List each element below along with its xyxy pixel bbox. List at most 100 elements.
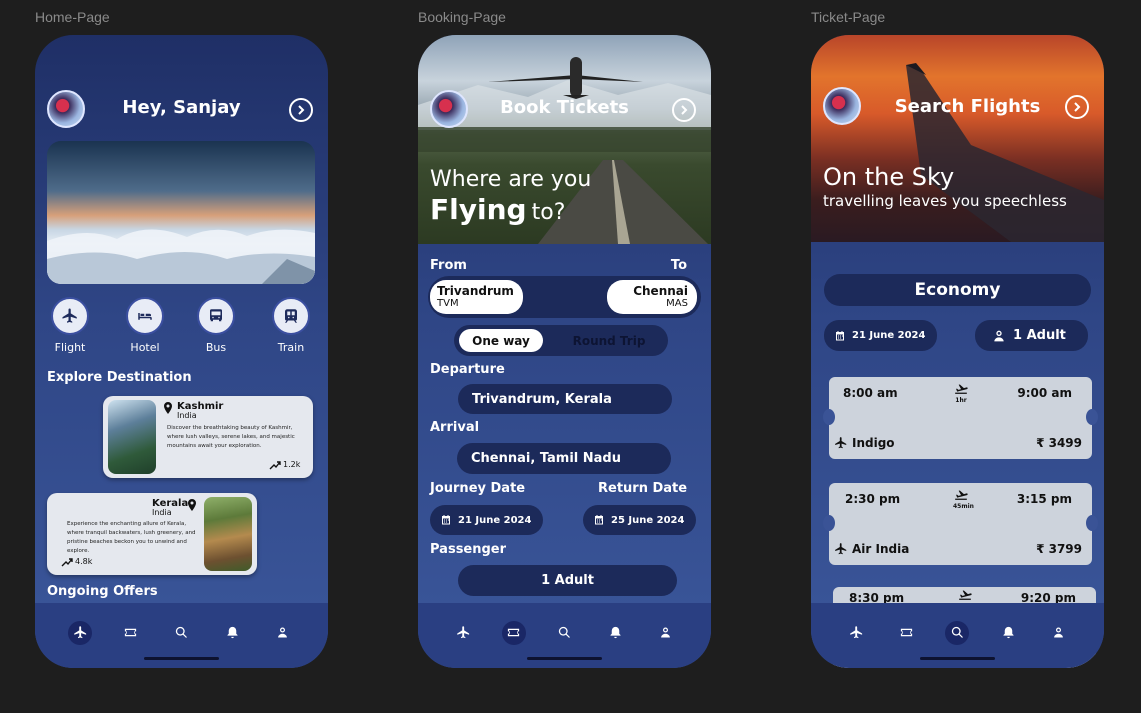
train-icon xyxy=(272,297,310,335)
ticket-notch-left xyxy=(823,515,835,531)
frame-label-ticket: Ticket-Page xyxy=(811,9,886,25)
arrival-label: Arrival xyxy=(430,420,480,435)
offers-title: Ongoing Offers xyxy=(47,584,158,599)
hero-small-word: to? xyxy=(531,200,566,225)
from-city-pill[interactable]: Trivandrum TVM xyxy=(430,280,523,314)
destination-description: Discover the breathtaking beauty of Kash… xyxy=(167,425,295,449)
nav-profile[interactable] xyxy=(654,621,678,645)
plane-icon xyxy=(457,626,469,639)
nav-notifications[interactable] xyxy=(996,621,1020,645)
trending-up-icon xyxy=(61,558,73,567)
ticket-icon xyxy=(125,628,137,637)
explore-title: Explore Destination xyxy=(47,370,192,385)
to-code: MAS xyxy=(666,298,688,309)
nav-tickets[interactable] xyxy=(895,621,919,645)
forward-button[interactable] xyxy=(672,98,696,122)
arrival-field[interactable]: Chennai, Tamil Nadu xyxy=(457,443,671,474)
one-way-tab[interactable]: One way xyxy=(459,329,543,352)
duration-text: 45min xyxy=(953,503,974,510)
user-icon xyxy=(1054,627,1064,638)
nav-search[interactable] xyxy=(552,621,576,645)
nav-search[interactable] xyxy=(945,620,970,645)
airline-name: Air India xyxy=(852,542,910,556)
travel-date-value: 21 June 2024 xyxy=(852,330,926,341)
passenger-count-value: 1 Adult xyxy=(1013,328,1066,343)
plane-icon xyxy=(74,626,86,639)
destination-stat: 1.2k xyxy=(283,460,301,469)
round-trip-tab[interactable]: Round Trip xyxy=(554,329,664,352)
passenger-field[interactable]: 1 Adult xyxy=(458,565,677,596)
bell-icon xyxy=(610,626,621,639)
destination-country: India xyxy=(177,411,197,420)
forward-button[interactable] xyxy=(1065,95,1089,119)
return-date-label: Return Date xyxy=(598,481,688,496)
flight-duration: 45min xyxy=(953,487,974,510)
forward-button[interactable] xyxy=(289,98,313,122)
travel-date-field[interactable]: 21 June 2024 xyxy=(824,320,937,351)
greeting-title: Hey, Sanjay xyxy=(122,97,241,118)
to-city-pill[interactable]: Chennai MAS xyxy=(607,280,697,314)
nav-tickets[interactable] xyxy=(119,621,143,645)
calendar-icon xyxy=(836,330,844,340)
from-city: Trivandrum xyxy=(437,284,514,298)
ticket-price: ₹ 3499 xyxy=(1036,436,1082,450)
journey-date-label: Journey Date xyxy=(430,481,526,496)
duration-text: 1hr xyxy=(955,397,967,404)
nav-notifications[interactable] xyxy=(603,621,627,645)
nav-flights[interactable] xyxy=(68,620,93,645)
arrival-time: 3:15 pm xyxy=(1016,492,1072,506)
airline: Air India xyxy=(834,542,909,556)
ticket-notch-left xyxy=(823,409,835,425)
destination-card-kashmir[interactable]: Kashmir India Discover the breathtaking … xyxy=(103,396,313,478)
to-label: To xyxy=(670,258,687,273)
sunset-wing-photo xyxy=(811,35,1104,242)
kashmir-image xyxy=(108,400,156,474)
nav-notifications[interactable] xyxy=(220,621,244,645)
flight-ticket-card[interactable]: 8:00 am 9:00 am 1hr Indigo ₹ 3499 xyxy=(823,377,1098,459)
bell-icon xyxy=(1003,626,1014,639)
chevron-right-icon xyxy=(298,105,305,115)
airplane-wing-illustration xyxy=(906,63,1104,242)
plane-icon xyxy=(51,297,89,335)
class-selector[interactable]: Economy xyxy=(824,274,1091,306)
journey-date-field[interactable]: 21 June 2024 xyxy=(430,505,543,535)
nav-profile[interactable] xyxy=(1047,621,1071,645)
search-flights-title: Search Flights xyxy=(894,96,1041,117)
ticket-notch-right xyxy=(1086,409,1098,425)
category-hotel[interactable]: Hotel xyxy=(115,297,175,354)
plane-icon xyxy=(835,543,847,555)
category-train[interactable]: Train xyxy=(261,297,321,354)
plane-icon xyxy=(850,626,862,639)
ticket-icon xyxy=(508,628,520,637)
passenger-count-field[interactable]: 1 Adult xyxy=(975,320,1088,351)
hero-image-clouds xyxy=(47,141,315,284)
home-indicator xyxy=(920,657,995,660)
home-indicator xyxy=(527,657,602,660)
nav-flights[interactable] xyxy=(451,621,475,645)
nav-profile[interactable] xyxy=(271,621,295,645)
plane-takeoff-icon xyxy=(955,490,968,500)
bus-icon xyxy=(197,297,235,335)
ticket-page-phone: Search Flights On the Sky travelling lea… xyxy=(811,35,1104,668)
return-date-field[interactable]: 25 June 2024 xyxy=(583,505,696,535)
from-code: TVM xyxy=(437,298,459,309)
to-city: Chennai xyxy=(633,284,688,298)
nav-flights[interactable] xyxy=(844,621,868,645)
nav-tickets[interactable] xyxy=(501,620,526,645)
nav-search[interactable] xyxy=(169,621,193,645)
category-flight[interactable]: Flight xyxy=(40,297,100,354)
category-bus[interactable]: Bus xyxy=(186,297,246,354)
flight-ticket-card[interactable]: 2:30 pm 3:15 pm 45min Air India ₹ 3799 xyxy=(823,483,1098,565)
clouds-illustration xyxy=(47,229,315,284)
category-label: Hotel xyxy=(130,341,160,354)
destination-card-kerala[interactable]: Kerala India Experience the enchanting a… xyxy=(47,493,257,575)
plane-icon xyxy=(835,437,847,449)
search-icon xyxy=(175,626,187,638)
user-icon xyxy=(278,627,288,638)
location-pin-icon xyxy=(164,402,172,414)
frame-label-home: Home-Page xyxy=(35,9,110,25)
search-icon xyxy=(951,626,963,638)
departure-field[interactable]: Trivandrum, Kerala xyxy=(458,384,672,414)
user-icon xyxy=(661,627,671,638)
booking-page-phone: Book Tickets Where are you Flying to? Fr… xyxy=(418,35,711,668)
